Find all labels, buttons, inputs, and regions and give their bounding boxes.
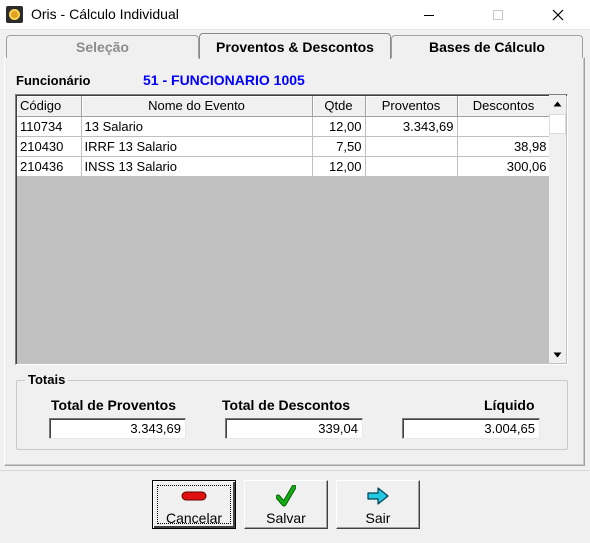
column-header-descontos[interactable]: Descontos — [457, 96, 551, 117]
total-descontos-field[interactable]: 339,04 — [225, 418, 363, 439]
cell-descontos[interactable] — [457, 116, 551, 137]
triangle-down-icon — [553, 352, 562, 357]
minus-icon — [181, 485, 207, 507]
events-grid[interactable]: Código Nome do Evento Qtde Proventos Des… — [15, 94, 568, 365]
cell-proventos[interactable] — [365, 156, 458, 177]
table-row[interactable]: 210430 IRRF 13 Salario 7,50 38,98 — [17, 136, 551, 157]
cell-codigo[interactable]: 210436 — [17, 156, 82, 177]
cancelar-label: Cancelar — [165, 510, 223, 526]
minimize-button[interactable] — [406, 0, 452, 30]
maximize-icon — [493, 10, 503, 20]
totais-group — [16, 380, 568, 450]
funcionario-value: 51 - FUNCIONARIO 1005 — [143, 72, 305, 88]
cell-qtde[interactable]: 12,00 — [312, 116, 366, 137]
title-bar: Oris - Cálculo Individual — [0, 0, 590, 30]
total-proventos-label: Total de Proventos — [51, 397, 176, 413]
cell-descontos[interactable]: 300,06 — [457, 156, 551, 177]
tab-proventos-descontos[interactable]: Proventos & Descontos — [199, 33, 391, 59]
liquido-field[interactable]: 3.004,65 — [402, 418, 540, 439]
funcionario-label: Funcionário — [16, 73, 91, 88]
minimize-icon — [424, 15, 434, 16]
tab-bases-calculo[interactable]: Bases de Cálculo — [391, 35, 583, 58]
cell-codigo[interactable]: 110734 — [17, 116, 82, 137]
salvar-label: Salvar — [266, 510, 306, 526]
table-row[interactable]: 110734 13 Salario 12,00 3.343,69 — [17, 116, 551, 137]
table-header-row: Código Nome do Evento Qtde Proventos Des… — [17, 96, 551, 117]
cell-nome-evento[interactable]: 13 Salario — [81, 116, 313, 137]
checkmark-icon — [276, 485, 296, 507]
liquido-label: Líquido — [484, 397, 535, 413]
cell-codigo[interactable]: 210430 — [17, 136, 82, 157]
column-header-nome-evento[interactable]: Nome do Evento — [81, 96, 313, 117]
cell-proventos[interactable] — [365, 136, 458, 157]
column-header-qtde[interactable]: Qtde — [312, 96, 366, 117]
scroll-down-button[interactable] — [549, 346, 566, 363]
grid-vertical-scrollbar[interactable] — [549, 95, 566, 363]
tab-selecao[interactable]: Seleção — [6, 35, 199, 58]
close-button[interactable] — [535, 0, 581, 30]
cell-proventos[interactable]: 3.343,69 — [365, 116, 458, 137]
scroll-up-button[interactable] — [549, 95, 566, 112]
total-proventos-field[interactable]: 3.343,69 — [49, 418, 186, 439]
cell-nome-evento[interactable]: IRRF 13 Salario — [81, 136, 313, 157]
events-table: Código Nome do Evento Qtde Proventos Des… — [17, 96, 551, 177]
oris-app-icon[interactable] — [6, 6, 23, 23]
column-header-proventos[interactable]: Proventos — [365, 96, 458, 117]
scroll-thumb[interactable] — [549, 114, 566, 134]
cell-qtde[interactable]: 12,00 — [312, 156, 366, 177]
footer-separator — [0, 470, 590, 471]
table-row[interactable]: 210436 INSS 13 Salario 12,00 300,06 — [17, 156, 551, 177]
sair-button[interactable]: Sair — [336, 480, 420, 529]
cell-nome-evento[interactable]: INSS 13 Salario — [81, 156, 313, 177]
column-header-codigo[interactable]: Código — [17, 96, 82, 117]
triangle-up-icon — [553, 101, 562, 106]
arrow-right-icon — [367, 485, 389, 507]
salvar-button[interactable]: Salvar — [244, 480, 328, 529]
cell-descontos[interactable]: 38,98 — [457, 136, 551, 157]
sair-label: Sair — [365, 510, 391, 526]
cell-qtde[interactable]: 7,50 — [312, 136, 366, 157]
total-descontos-label: Total de Descontos — [222, 397, 351, 413]
cancelar-button[interactable]: Cancelar — [152, 480, 236, 529]
close-icon — [552, 9, 564, 21]
maximize-button[interactable] — [475, 0, 521, 30]
window-title: Oris - Cálculo Individual — [31, 6, 179, 22]
totais-legend: Totais — [25, 372, 69, 387]
